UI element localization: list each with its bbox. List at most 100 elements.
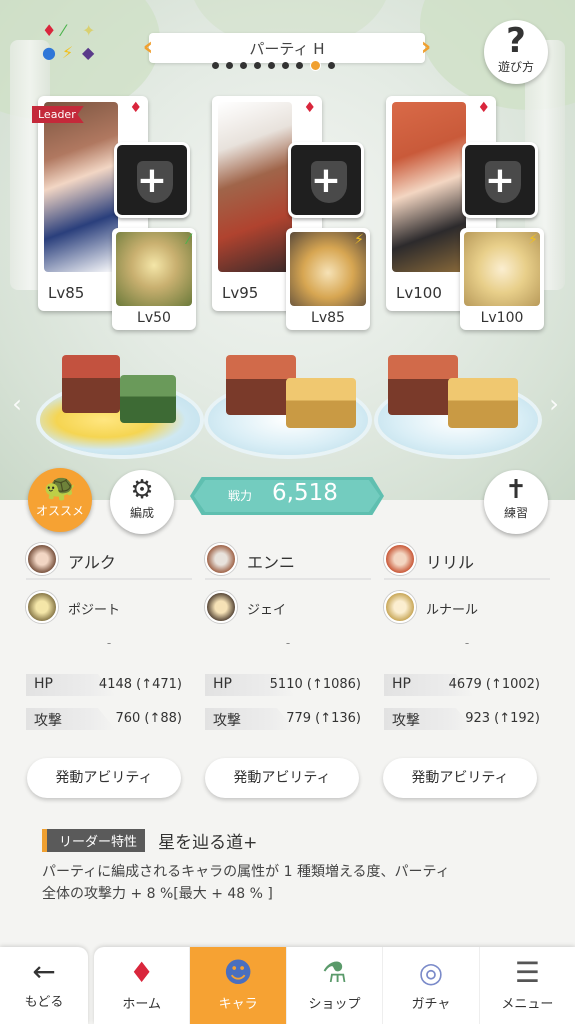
party-selector: パーティ H ‹ › <box>137 33 437 63</box>
tab-label: ガチャ <box>411 997 451 1012</box>
page-dot[interactable] <box>240 62 247 69</box>
lightning-element-icon: ⚡ <box>354 232 364 248</box>
hp-label: HP <box>213 676 232 692</box>
avatar <box>384 543 416 575</box>
practice-button[interactable]: ✝ 練習 <box>484 470 548 534</box>
page-dot-active[interactable] <box>310 60 321 71</box>
avatar <box>384 591 416 623</box>
scroll-left-icon[interactable]: ‹ <box>6 390 28 420</box>
attack-value: 779 (↑136) <box>286 711 361 726</box>
fire-element-icon: ♦ <box>129 100 142 116</box>
hp-value: 5110 (↑1086) <box>269 677 361 692</box>
leader-skill-name: 星を辿る道+ <box>158 833 258 853</box>
member-level: Lv100 <box>396 284 442 302</box>
attack-value: 923 (↑192) <box>465 711 540 726</box>
tab-menu[interactable]: ☰ メニュー <box>480 947 575 1024</box>
hp-stat: HP 5110 (↑1086) <box>205 674 371 700</box>
empty-equip-dash: - <box>285 636 291 650</box>
tab-label: キャラ <box>218 997 258 1012</box>
sub-member-row[interactable]: ポジート <box>26 588 192 628</box>
back-arrow-icon: ← <box>32 955 56 988</box>
question-icon: ? <box>506 21 526 61</box>
scroll-right-icon[interactable]: › <box>543 390 565 420</box>
tab-character[interactable]: ☻ キャラ <box>190 947 287 1024</box>
help-button[interactable]: ? 遊び方 <box>484 20 548 84</box>
lightning-element-icon: ⚡ <box>528 232 538 248</box>
party-page-dots[interactable] <box>212 60 335 71</box>
member-name-row[interactable]: エンニ <box>205 540 371 580</box>
back-button[interactable]: ← もどる <box>0 947 88 1024</box>
sub-member-level: Lv85 <box>311 310 345 326</box>
tab-label: メニュー <box>501 997 554 1012</box>
formation-label: 編成 <box>129 506 154 520</box>
ability-button-3[interactable]: 発動アビリティ <box>383 758 537 798</box>
prev-party-chevron-icon[interactable]: ‹ <box>137 33 159 63</box>
sub-member-row[interactable]: ジェイ <box>205 588 371 628</box>
team-power-value: 6,518 <box>272 480 338 506</box>
equip-slot-2[interactable]: + <box>288 142 364 218</box>
attack-value: 760 (↑88) <box>115 711 182 726</box>
hp-label: HP <box>34 676 53 692</box>
practice-label: 練習 <box>503 506 528 520</box>
hp-label: HP <box>392 676 411 692</box>
leader-skill-line: パーティに編成されるキャラの属性が 1 種類増える度、パーティ <box>42 864 450 880</box>
hp-value: 4679 (↑1002) <box>448 677 540 692</box>
equip-slot-1[interactable]: + <box>114 142 190 218</box>
pixel-block <box>120 375 176 423</box>
team-power-label: 戦力 <box>228 489 253 503</box>
bottom-navigation: ← もどる ♦ ホーム ☻ キャラ ⚗ ショップ ◎ ガチャ ☰ メニュー <box>0 945 575 1024</box>
pixel-block <box>286 378 356 428</box>
leader-skill-badge: リーダー特性 <box>42 829 146 852</box>
member-level: Lv95 <box>222 284 259 302</box>
page-dot[interactable] <box>254 62 261 69</box>
page-dot[interactable] <box>296 62 303 69</box>
shop-icon: ⚗ <box>321 956 348 989</box>
gacha-icon: ◎ <box>418 956 444 989</box>
sub-member-card-2[interactable]: ⚡ Lv85 <box>286 228 370 330</box>
sub-member-card-3[interactable]: ⚡ Lv100 <box>460 228 544 330</box>
tab-label: ホーム <box>122 997 162 1012</box>
member-level: Lv85 <box>48 284 85 302</box>
leader-skill-description: パーティに編成されるキャラの属性が 1 種類増える度、パーティ 全体の攻撃力 +… <box>42 861 542 905</box>
back-label: もどる <box>24 995 64 1010</box>
ability-button-2[interactable]: 発動アビリティ <box>205 758 359 798</box>
pixel-block <box>448 378 518 428</box>
member-detail-3: リリル ルナール - HP 4679 (↑1002) 攻撃 923 (↑192) <box>384 540 550 734</box>
page-dot[interactable] <box>212 62 219 69</box>
water-icon: ● <box>42 43 56 62</box>
ability-button-1[interactable]: 発動アビリティ <box>27 758 181 798</box>
plus-icon: + <box>136 160 168 201</box>
element-icons[interactable]: ♦ ⁄ ✦ ● ⚡ ◆ <box>30 22 110 72</box>
avatar <box>26 543 58 575</box>
nav-tabs: ♦ ホーム ☻ キャラ ⚗ ショップ ◎ ガチャ ☰ メニュー <box>94 947 575 1024</box>
leader-skill: リーダー特性 星を辿る道+ パーティに編成されるキャラの属性が 1 種類増える度… <box>42 828 542 905</box>
page-dot[interactable] <box>328 62 335 69</box>
avatar <box>205 543 237 575</box>
member-name: アルク <box>68 553 116 572</box>
recommend-button[interactable]: 🐢 オススメ <box>28 468 92 532</box>
member-detail-1: アルク ポジート - HP 4148 (↑471) 攻撃 760 (↑88) <box>26 540 192 734</box>
avatar <box>26 591 58 623</box>
sub-member-row[interactable]: ルナール <box>384 588 550 628</box>
hp-stat: HP 4148 (↑471) <box>26 674 192 700</box>
plus-icon: + <box>310 160 342 201</box>
sub-member-level: Lv50 <box>137 310 171 326</box>
member-name: エンニ <box>247 553 296 572</box>
next-party-chevron-icon[interactable]: › <box>415 33 437 63</box>
page-dot[interactable] <box>226 62 233 69</box>
character-icon: ☻ <box>223 956 253 989</box>
attack-label: 攻撃 <box>392 713 420 729</box>
fire-element-icon: ♦ <box>303 100 316 116</box>
member-name-row[interactable]: リリル <box>384 540 550 580</box>
formation-button[interactable]: ⚙ 編成 <box>110 470 174 534</box>
page-dot[interactable] <box>282 62 289 69</box>
member-name-row[interactable]: アルク <box>26 540 192 580</box>
tab-gacha[interactable]: ◎ ガチャ <box>383 947 480 1024</box>
tab-shop[interactable]: ⚗ ショップ <box>287 947 384 1024</box>
tab-home[interactable]: ♦ ホーム <box>94 947 191 1024</box>
character-portrait <box>44 102 118 272</box>
sub-member-card-1[interactable]: ⁄ Lv50 <box>112 228 196 330</box>
equip-slot-3[interactable]: + <box>462 142 538 218</box>
attack-stat: 攻撃 760 (↑88) <box>26 708 192 734</box>
page-dot[interactable] <box>268 62 275 69</box>
